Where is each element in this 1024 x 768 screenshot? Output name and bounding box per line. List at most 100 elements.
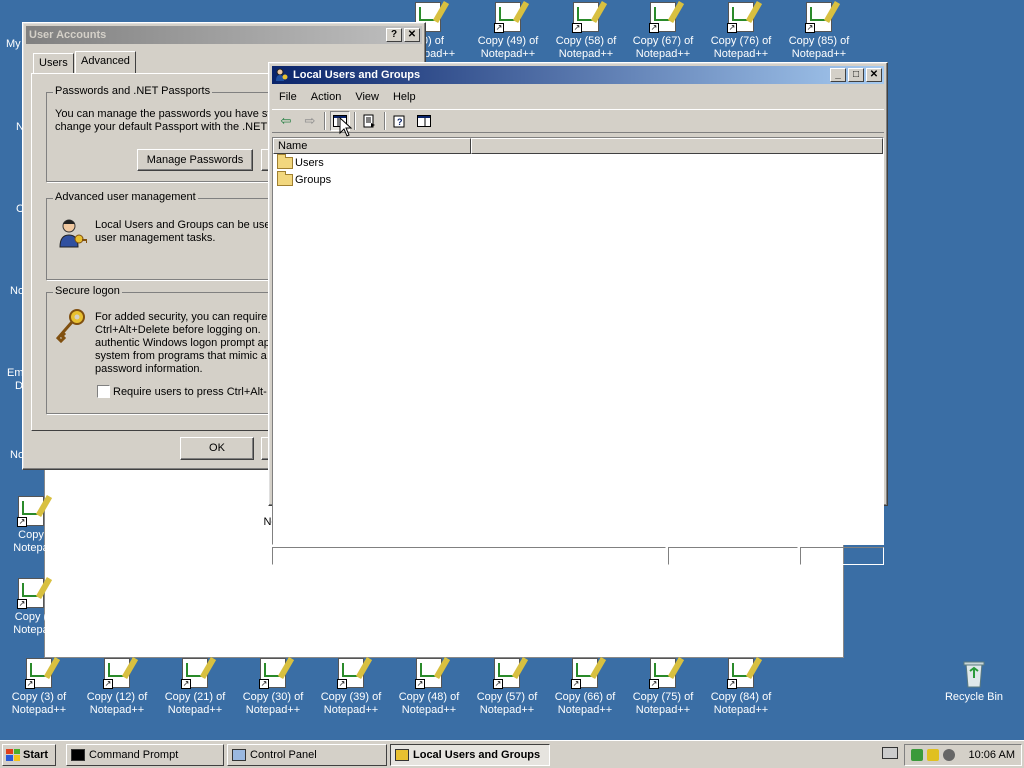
status-bar	[272, 547, 884, 565]
icon-label-line1: Copy (48) of	[398, 691, 460, 703]
column-name-header[interactable]: Name	[273, 138, 471, 154]
advanced-text-2: user management tasks.	[95, 232, 216, 244]
desktop-icon-notepad-bottom-6[interactable]: ↗ Copy (57) of Notepad++	[468, 657, 546, 717]
export-list-icon[interactable]	[360, 111, 380, 131]
notepad-icon: ↗	[335, 657, 367, 689]
users-app-icon	[395, 748, 409, 761]
close-button[interactable]: ✕	[866, 68, 882, 82]
local-users-groups-window: Local Users and Groups _ □ ✕ File Action…	[268, 62, 888, 565]
desktop-icon-notepad-top-5[interactable]: ↗ Copy (85) of Notepad++	[780, 1, 858, 61]
desktop-icon-notepad-top-2[interactable]: ↗ Copy (58) of Notepad++	[547, 1, 625, 61]
checkbox-label: Require users to press Ctrl+Alt-	[113, 386, 267, 398]
taskbar: Start Command Prompt Control Panel Local…	[0, 740, 1024, 768]
list-item-users[interactable]: Users	[273, 153, 883, 171]
task-label: Local Users and Groups	[413, 748, 541, 761]
menu-help[interactable]: Help	[386, 89, 423, 105]
icon-label-line1: Copy (49) of	[477, 35, 539, 47]
desktop-icon-notepad-bottom-2[interactable]: ↗ Copy (21) of Notepad++	[156, 657, 234, 717]
icon-label-line1: Copy (57) of	[476, 691, 538, 703]
passports-text-2: change your default Passport with the .N…	[55, 121, 268, 133]
secure-text-1: For added security, you can require	[95, 311, 268, 323]
help-icon[interactable]: ?	[390, 111, 410, 131]
recycle-bin-label: Recycle Bin	[944, 691, 1004, 703]
list-item-groups[interactable]: Groups	[273, 170, 883, 188]
desktop-icon-notepad-top-1[interactable]: ↗ Copy (49) of Notepad++	[469, 1, 547, 61]
ok-button[interactable]: OK	[180, 437, 254, 460]
icon-label-line2: Notepad++	[11, 704, 67, 716]
secure-text-4: system from programs that mimic a	[95, 350, 267, 362]
desktop-icon-notepad-top-4[interactable]: ↗ Copy (76) of Notepad++	[702, 1, 780, 61]
manage-passwords-button[interactable]: Manage Passwords	[137, 149, 253, 171]
icon-label-line1: Copy (85) of	[788, 35, 850, 47]
task-command-prompt[interactable]: Command Prompt	[66, 743, 224, 766]
column-empty-header[interactable]	[471, 138, 883, 154]
tab-users[interactable]: Users	[33, 53, 74, 73]
status-pane-3	[800, 547, 884, 565]
desktop-icon-notepad-bottom-1[interactable]: ↗ Copy (12) of Notepad++	[78, 657, 156, 717]
menu-view[interactable]: View	[348, 89, 386, 105]
mmc-pane-icon[interactable]	[414, 111, 434, 131]
notepad-icon: ↗	[101, 657, 133, 689]
folder-icon	[277, 170, 293, 186]
menu-bar: File Action View Help	[272, 87, 884, 107]
notepad-icon: ↗	[725, 1, 757, 33]
maximize-button[interactable]: □	[848, 68, 864, 82]
mouse-cursor-icon	[339, 117, 353, 137]
icon-label-line2: Notepad++	[791, 48, 847, 60]
window-title: User Accounts	[29, 29, 107, 41]
notepad-icon: ↗	[257, 657, 289, 689]
status-pane-1	[272, 547, 666, 565]
desktop-icon-notepad-bottom-3[interactable]: ↗ Copy (30) of Notepad++	[234, 657, 312, 717]
icon-label-line1: Copy (30) of	[242, 691, 304, 703]
system-tray: 10:06 AM	[904, 744, 1022, 766]
forward-icon[interactable]: ⇨	[300, 111, 320, 131]
security-shield-icon[interactable]	[927, 749, 939, 761]
group-title: Advanced user management	[53, 191, 198, 203]
toolbar: ⇦ ⇨ ?	[272, 109, 884, 133]
menu-action[interactable]: Action	[304, 89, 349, 105]
icon-label-line1: Copy (12) of	[86, 691, 148, 703]
toolbar-separator	[354, 112, 356, 130]
notepad-icon: ↗	[803, 1, 835, 33]
notepad-icon: ↗	[569, 657, 601, 689]
desktop-icon-notepad-bottom-0[interactable]: ↗ Copy (3) of Notepad++	[0, 657, 78, 717]
task-control-panel[interactable]: Control Panel	[227, 743, 387, 766]
desktop-icon-notepad-bottom-7[interactable]: ↗ Copy (66) of Notepad++	[546, 657, 624, 717]
recycle-bin-icon	[958, 657, 990, 689]
icon-label-line2: Notepad++	[245, 704, 301, 716]
close-button[interactable]: ✕	[404, 28, 420, 42]
back-icon[interactable]: ⇦	[276, 111, 296, 131]
notepad-icon: ↗	[647, 1, 679, 33]
minimize-button[interactable]: _	[830, 68, 846, 82]
desktop-icon-notepad-bottom-9[interactable]: ↗ Copy (84) of Notepad++	[702, 657, 780, 717]
desktop-icon-notepad-bottom-4[interactable]: ↗ Copy (39) of Notepad++	[312, 657, 390, 717]
volume-icon[interactable]	[943, 749, 955, 761]
lusrmgr-titlebar[interactable]: Local Users and Groups _ □ ✕	[272, 66, 884, 84]
user-accounts-titlebar[interactable]: User Accounts ? ✕	[26, 26, 422, 44]
clock[interactable]: 10:06 AM	[969, 749, 1021, 761]
windows-flag-icon	[6, 748, 20, 761]
notepad-icon: ↗	[23, 657, 55, 689]
icon-label-line2: Notepad++	[401, 704, 457, 716]
desktop-icon-notepad-bottom-5[interactable]: ↗ Copy (48) of Notepad++	[390, 657, 468, 717]
tab-advanced[interactable]: Advanced	[75, 51, 136, 73]
network-icon[interactable]	[911, 749, 923, 761]
desktop-label-my[interactable]: My	[6, 38, 21, 50]
icon-label-line1: Copy (75) of	[632, 691, 694, 703]
icon-label-line1: Copy (3) of	[11, 691, 67, 703]
recycle-bin[interactable]: Recycle Bin	[936, 657, 1012, 704]
desktop-icon-copy-left2[interactable]: ↗ Copy ( Notepa	[0, 577, 66, 637]
desktop-icon-notepad-bottom-8[interactable]: ↗ Copy (75) of Notepad++	[624, 657, 702, 717]
help-button[interactable]: ?	[386, 28, 402, 42]
notepad-icon: ↗	[492, 1, 524, 33]
icon-label-line1: Copy (39) of	[320, 691, 382, 703]
desktop-icon-copy-left1[interactable]: ↗ Copy Notepa	[0, 495, 66, 555]
icon-label-line1: Copy (	[14, 611, 48, 623]
keyboard-icon[interactable]	[882, 747, 898, 759]
require-ctrl-alt-del-checkbox[interactable]	[97, 385, 110, 398]
list-view[interactable]: Name Users Groups	[272, 137, 884, 545]
start-button[interactable]: Start	[2, 743, 56, 766]
desktop-icon-notepad-top-3[interactable]: ↗ Copy (67) of Notepad++	[624, 1, 702, 61]
task-local-users-groups[interactable]: Local Users and Groups	[390, 743, 550, 766]
menu-file[interactable]: File	[272, 89, 304, 105]
